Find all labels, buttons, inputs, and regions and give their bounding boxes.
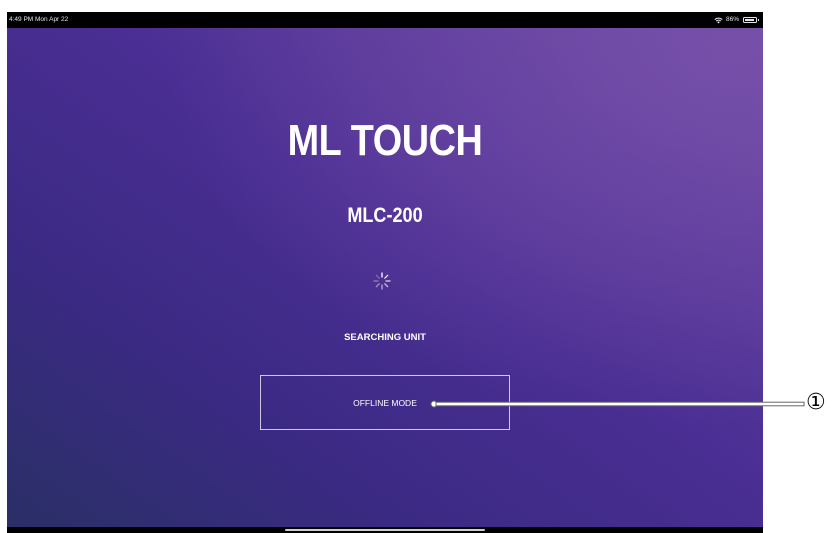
battery-icon xyxy=(743,17,759,23)
model-name: MLC-200 xyxy=(347,204,423,227)
status-indicators: 86% xyxy=(714,12,759,28)
callout-leader-line xyxy=(430,400,805,408)
searching-status-text: SEARCHING UNIT xyxy=(344,332,426,343)
callout-number: ① xyxy=(806,390,826,415)
manual-page: 4:49 PM Mon Apr 22 86% ML TOUCH MLC-200 xyxy=(0,0,835,533)
home-indicator[interactable] xyxy=(285,529,485,531)
status-bar: 4:49 PM Mon Apr 22 86% xyxy=(7,12,763,28)
status-time: 4:49 PM Mon Apr 22 xyxy=(9,16,69,23)
app-title: ML TOUCH xyxy=(287,116,483,165)
app-screen: ML TOUCH MLC-200 SEARCHING UNIT OFFLINE … xyxy=(7,28,763,527)
battery-percent: 86% xyxy=(725,16,739,23)
loading-spinner-icon xyxy=(373,272,391,290)
tablet-screen: 4:49 PM Mon Apr 22 86% ML TOUCH MLC-200 xyxy=(7,12,763,533)
offline-mode-label: OFFLINE MODE xyxy=(353,397,417,408)
wifi-icon xyxy=(714,17,723,23)
